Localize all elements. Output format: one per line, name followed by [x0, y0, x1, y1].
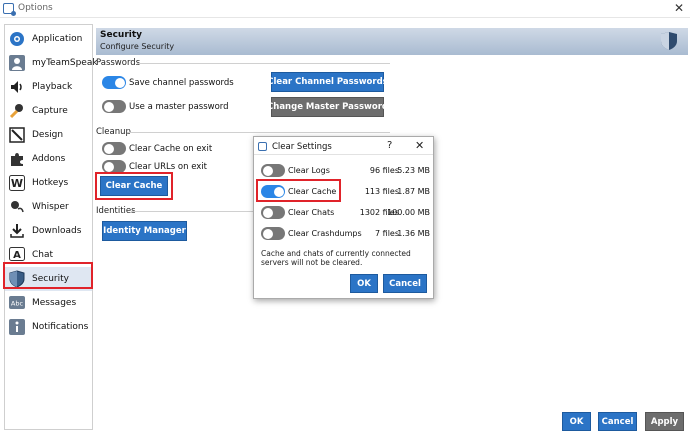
svg-text:A: A: [13, 250, 21, 261]
chat-icon: A: [8, 246, 26, 264]
clear-crashdumps-label: Clear Crashdumps: [288, 229, 362, 238]
design-icon: [8, 126, 26, 144]
passwords-divider: [137, 63, 390, 64]
sidebar-item-addons[interactable]: Addons: [5, 147, 92, 171]
clear-cache-on-exit-toggle[interactable]: [102, 142, 126, 155]
sidebar-item-label: Security: [32, 274, 69, 284]
application-icon: [8, 30, 26, 48]
dialog-cancel-button[interactable]: Cancel: [383, 274, 427, 293]
save-channel-passwords-label: Save channel passwords: [129, 78, 234, 88]
sidebar-item-label: Whisper: [32, 202, 69, 212]
sidebar-item-label: Addons: [32, 154, 66, 164]
page-subtitle: Configure Security: [100, 42, 175, 51]
sidebar-item-design[interactable]: Design: [5, 123, 92, 147]
shield-icon: [8, 270, 26, 288]
sidebar-item-application[interactable]: Application: [5, 27, 92, 51]
sidebar-item-label: Downloads: [32, 226, 82, 236]
dialog-app-icon: [258, 142, 267, 151]
clear-cache-button[interactable]: Clear Cache: [100, 176, 168, 196]
identities-divider: [131, 211, 253, 212]
sidebar-item-label: myTeamSpeak: [32, 58, 98, 68]
dialog-ok-button[interactable]: OK: [350, 274, 378, 293]
sidebar-item-label: Application: [32, 34, 83, 44]
clear-channel-passwords-button[interactable]: Clear Channel Passwords: [267, 72, 388, 92]
user-icon: [8, 54, 26, 72]
sidebar-item-label: Notifications: [32, 322, 89, 332]
speaker-icon: [8, 78, 26, 96]
puzzle-icon: [8, 150, 26, 168]
sidebar-item-messages[interactable]: Abc Messages: [5, 291, 92, 315]
use-master-password-toggle[interactable]: [102, 100, 126, 113]
sidebar-item-label: Capture: [32, 106, 68, 116]
apply-button[interactable]: Apply: [645, 412, 684, 431]
header-shield-icon: [660, 31, 678, 54]
window-titlebar: Options ✕: [0, 0, 690, 18]
cleanup-divider: [128, 132, 390, 133]
sidebar-item-label: Messages: [32, 298, 77, 308]
svg-text:W: W: [11, 177, 23, 190]
clear-cache-on-exit-label: Clear Cache on exit: [129, 144, 213, 154]
sidebar-item-label: Chat: [32, 250, 54, 260]
cleanup-group-label: Cleanup: [96, 127, 131, 137]
clear-chats-label: Clear Chats: [288, 208, 335, 217]
keyboard-icon: W: [8, 174, 26, 192]
sidebar-item-label: Playback: [32, 82, 73, 92]
clear-cache-toggle[interactable]: [261, 185, 285, 198]
clear-cache-size: 1.87 MB: [397, 187, 430, 196]
clear-chats-size: 100.00 MB: [387, 208, 430, 217]
sidebar-item-whisper[interactable]: Whisper: [5, 195, 92, 219]
identity-manager-button[interactable]: Identity Manager: [102, 221, 187, 241]
passwords-group-label: Passwords: [96, 58, 141, 68]
save-channel-passwords-toggle[interactable]: [102, 76, 126, 89]
sidebar-item-myteamspeak[interactable]: myTeamSpeak: [5, 51, 98, 75]
dialog-help-icon[interactable]: ?: [387, 140, 392, 151]
sidebar-item-playback[interactable]: Playback: [5, 75, 92, 99]
sidebar: Application myTeamSpeak Playback Capture…: [4, 24, 98, 430]
clear-chats-toggle[interactable]: [261, 206, 285, 219]
info-icon: [8, 318, 26, 336]
window-title: Options: [18, 3, 53, 13]
sidebar-item-label: Hotkeys: [32, 178, 69, 188]
sidebar-item-chat[interactable]: A Chat: [5, 243, 92, 267]
identities-group-label: Identities: [96, 206, 136, 216]
clear-urls-on-exit-label: Clear URLs on exit: [129, 162, 208, 172]
clear-cache-label: Clear Cache: [288, 187, 337, 196]
page-title: Security: [100, 30, 143, 40]
whisper-icon: [8, 198, 26, 216]
dialog-title-divider: [254, 154, 433, 155]
microphone-icon: [8, 102, 26, 120]
sidebar-item-notifications[interactable]: Notifications: [5, 315, 92, 339]
teamspeak-icon: [3, 3, 16, 16]
ok-button[interactable]: OK: [562, 412, 591, 431]
dialog-title: Clear Settings: [272, 142, 332, 152]
use-master-password-label: Use a master password: [129, 102, 229, 112]
clear-logs-label: Clear Logs: [288, 166, 330, 175]
sidebar-item-downloads[interactable]: Downloads: [5, 219, 92, 243]
svg-text:Abc: Abc: [11, 300, 24, 308]
cancel-button[interactable]: Cancel: [598, 412, 637, 431]
dialog-note: Cache and chats of currently connected s…: [261, 249, 411, 267]
clear-crashdumps-toggle[interactable]: [261, 227, 285, 240]
dialog-close-icon[interactable]: ✕: [415, 139, 424, 152]
window-close-icon[interactable]: ✕: [674, 1, 684, 15]
sidebar-item-hotkeys[interactable]: W Hotkeys: [5, 171, 92, 195]
abc-icon: Abc: [8, 294, 26, 312]
clear-logs-toggle[interactable]: [261, 164, 285, 177]
sidebar-item-label: Design: [32, 130, 64, 140]
clear-logs-size: 5.23 MB: [397, 166, 430, 175]
change-master-password-button[interactable]: Change Master Password: [267, 97, 388, 117]
download-icon: [8, 222, 26, 240]
sidebar-item-capture[interactable]: Capture: [5, 99, 92, 123]
clear-settings-dialog: Clear Settings ? ✕ Clear Logs 96 files 5…: [253, 136, 434, 299]
clear-crashdumps-size: 1.36 MB: [397, 229, 430, 238]
sidebar-item-security[interactable]: Security: [5, 267, 92, 291]
page-header: Security Configure Security: [96, 28, 688, 55]
clear-urls-on-exit-toggle[interactable]: [102, 160, 126, 173]
